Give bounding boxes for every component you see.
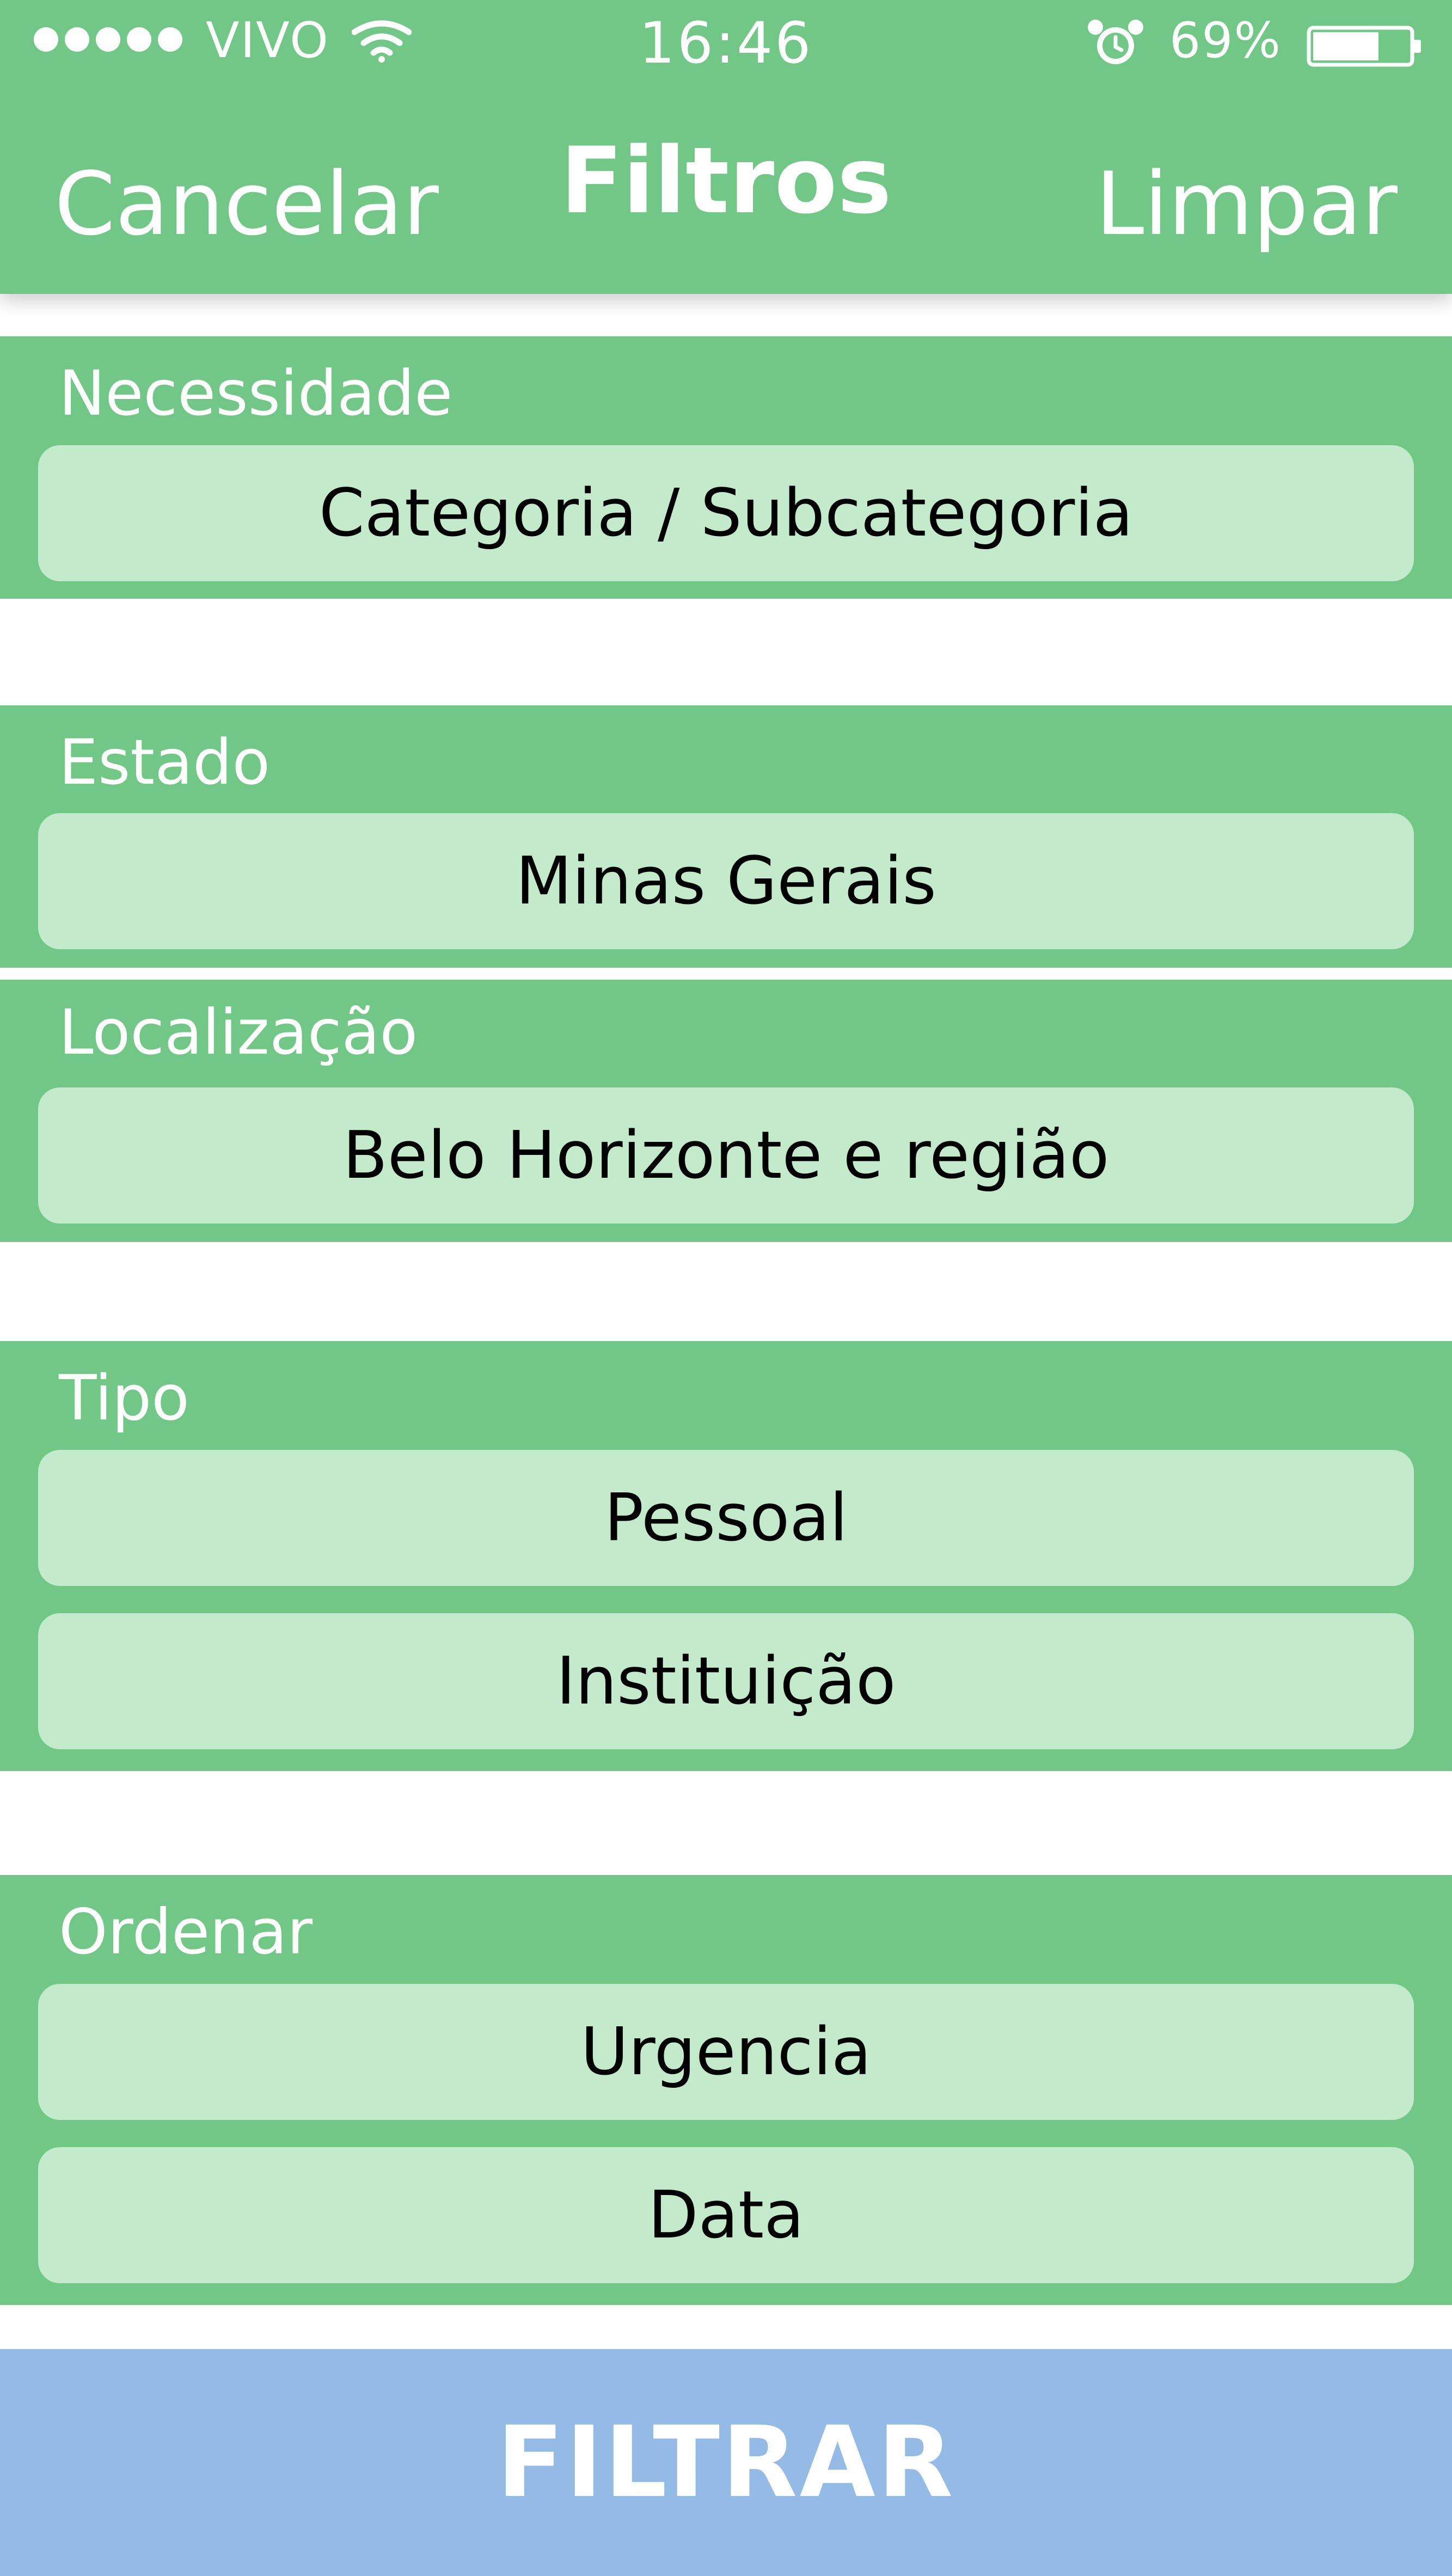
option-instituicao[interactable]: Instituição: [38, 1613, 1414, 1749]
option-belo-horizonte[interactable]: Belo Horizonte e região: [38, 1087, 1414, 1224]
section-estado: Estado Minas Gerais: [0, 705, 1452, 968]
section-label-estado: Estado: [59, 726, 271, 798]
section-necessidade: Necessidade Categoria / Subcategoria: [0, 336, 1452, 599]
filter-button[interactable]: FILTRAR: [0, 2349, 1452, 2576]
clear-button[interactable]: Limpar: [1095, 161, 1398, 248]
section-label-ordenar: Ordenar: [59, 1896, 313, 1968]
option-categoria-subcategoria[interactable]: Categoria / Subcategoria: [38, 445, 1414, 581]
alarm-clock-icon: [1086, 19, 1145, 79]
section-label-necessidade: Necessidade: [59, 357, 453, 429]
section-label-localizacao: Localização: [59, 996, 418, 1068]
option-urgencia[interactable]: Urgencia: [38, 1984, 1414, 2120]
battery-percentage: 69%: [1169, 12, 1282, 69]
status-bar: VIVO 16:46 69%: [0, 0, 1452, 82]
battery-icon: [1307, 22, 1424, 79]
option-data[interactable]: Data: [38, 2147, 1414, 2283]
top-bar: VIVO 16:46 69% Cancelar Filtros Limpar: [0, 0, 1452, 294]
section-localizacao: Localização Belo Horizonte e região: [0, 980, 1452, 1242]
section-label-tipo: Tipo: [59, 1362, 189, 1434]
option-pessoal[interactable]: Pessoal: [38, 1450, 1414, 1586]
option-minas-gerais[interactable]: Minas Gerais: [38, 813, 1414, 949]
section-tipo: Tipo Pessoal Instituição: [0, 1341, 1452, 1771]
section-ordenar: Ordenar Urgencia Data: [0, 1875, 1452, 2305]
